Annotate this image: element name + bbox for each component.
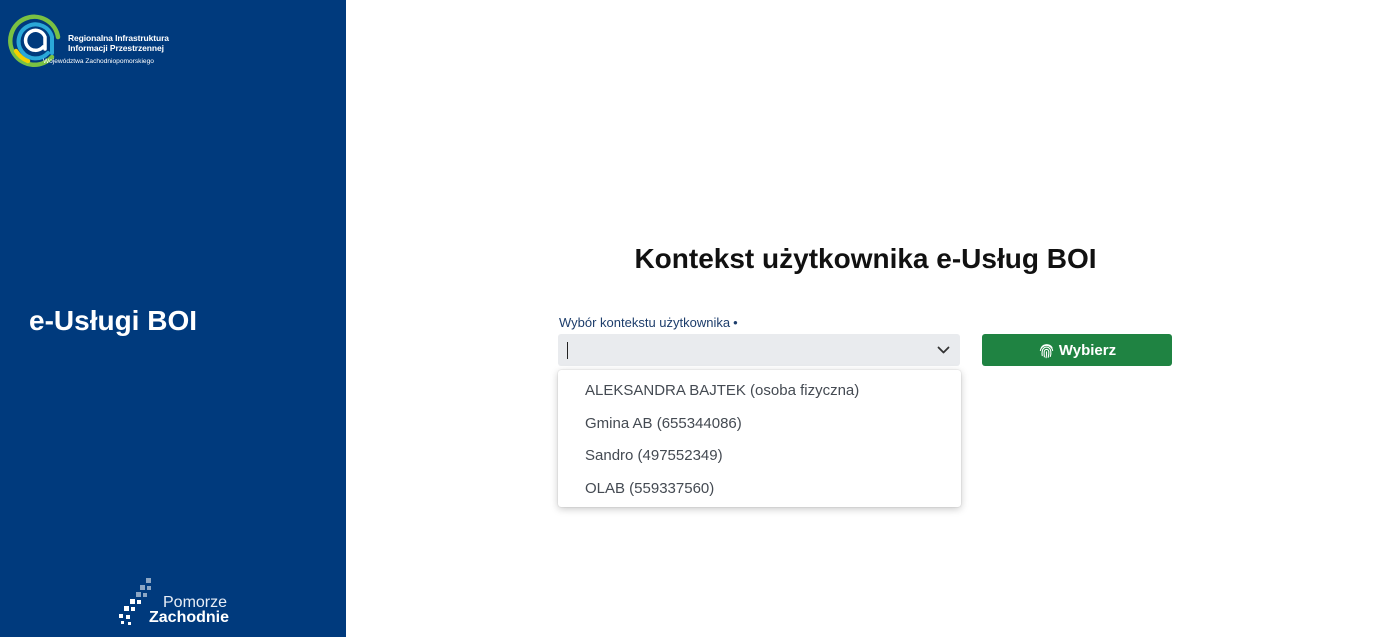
pomorze-zachodnie-logo: Pomorze Zachodnie xyxy=(116,576,246,628)
select-context-button[interactable]: Wybierz xyxy=(982,334,1172,366)
dropdown-option[interactable]: ALEKSANDRA BAJTEK (osoba fizyczna) xyxy=(558,375,961,408)
dropdown-option[interactable]: Sandro (497552349) xyxy=(558,440,961,473)
dropdown-option[interactable]: Gmina AB (655344086) xyxy=(558,408,961,441)
page-title: Kontekst użytkownika e-Usług BOI xyxy=(634,243,1097,274)
select-context-button-label: Wybierz xyxy=(1058,341,1117,359)
logo-text-line2: Informacji Przestrzennej xyxy=(68,43,164,53)
sidebar: Regionalna Infrastruktura Informacji Prz… xyxy=(0,0,346,637)
context-select[interactable] xyxy=(558,334,960,366)
dropdown-option[interactable]: OLAB (559337560) xyxy=(558,473,961,506)
context-select-label-text: Wybór kontekstu użytkownika xyxy=(559,315,731,330)
logo-text-zachodnie: Zachodnie xyxy=(149,609,230,626)
context-select-label: Wybór kontekstu użytkownika • xyxy=(559,315,738,330)
app-title: e-Usługi BOI xyxy=(29,305,198,336)
required-mark: • xyxy=(733,315,738,330)
context-dropdown-menu: ALEKSANDRA BAJTEK (osoba fizyczna) Gmina… xyxy=(558,370,961,507)
logo-text-line3: Województwa Zachodniopomorskiego xyxy=(43,58,154,65)
text-caret xyxy=(567,342,568,359)
fingerprint-icon xyxy=(1039,343,1054,358)
logo-text-line1: Regionalna Infrastruktura xyxy=(68,33,169,43)
riip-logo: Regionalna Infrastruktura Informacji Prz… xyxy=(8,9,188,69)
chevron-down-icon[interactable] xyxy=(937,344,950,356)
